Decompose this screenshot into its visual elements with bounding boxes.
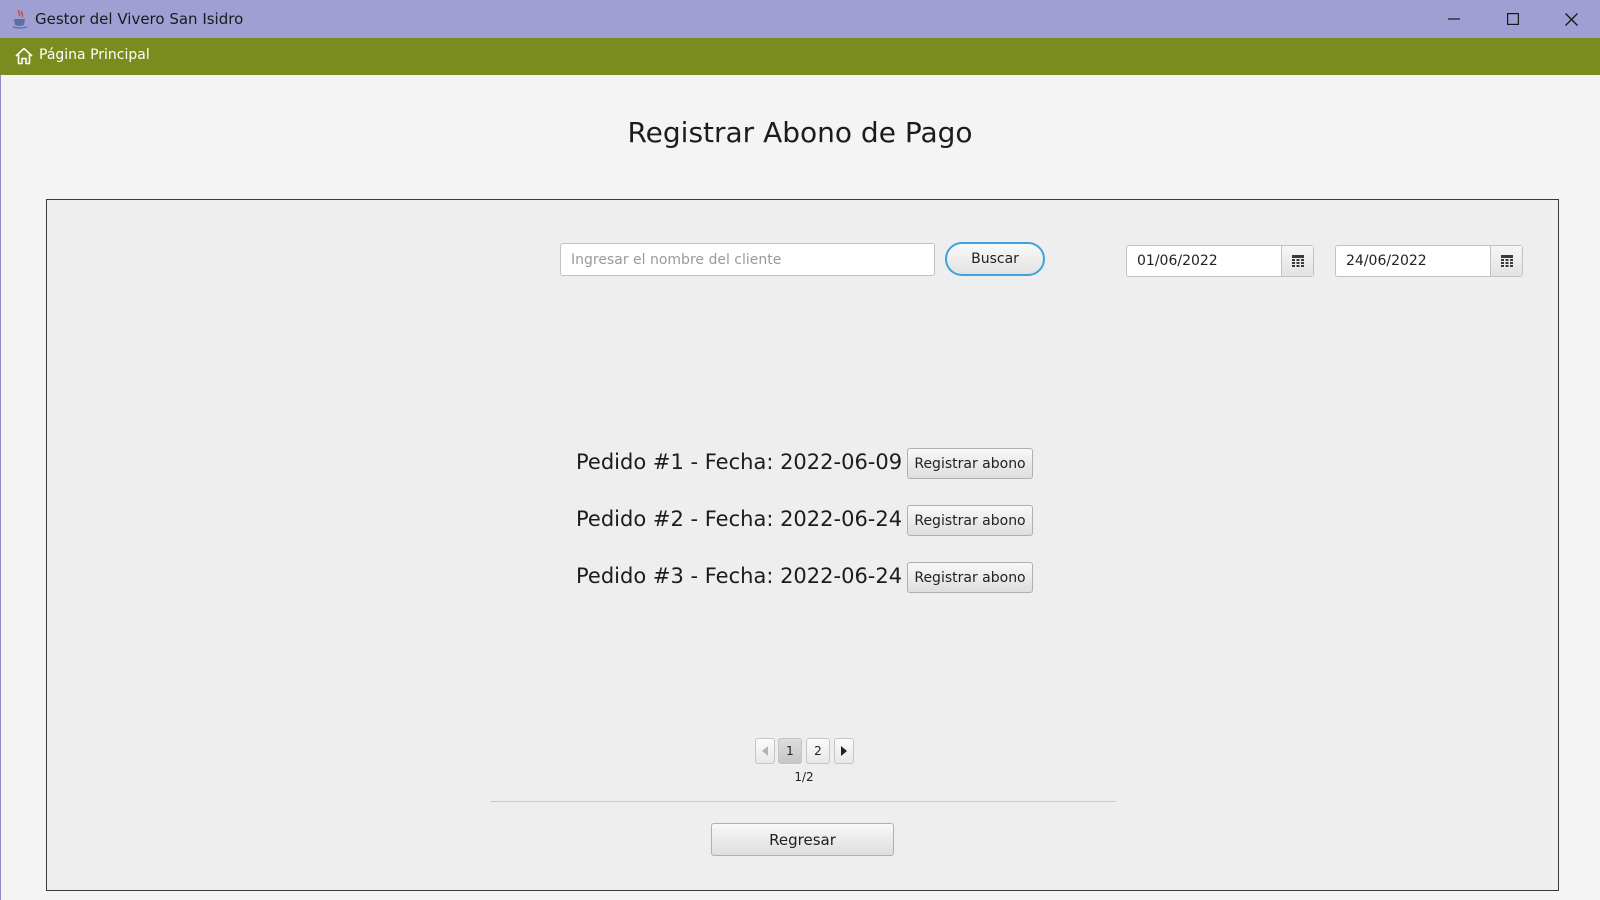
- page-indicator: 1/2: [794, 770, 814, 784]
- page-button-2[interactable]: 2: [806, 738, 830, 764]
- divider: [491, 801, 1116, 802]
- window-title: Gestor del Vivero San Isidro: [35, 10, 244, 28]
- client-search-input[interactable]: [560, 243, 935, 276]
- order-row: Pedido #2 - Fecha: 2022-06-24 Registrar …: [576, 505, 1036, 537]
- back-button[interactable]: Regresar: [711, 823, 894, 856]
- search-button[interactable]: Buscar: [945, 242, 1045, 276]
- order-row: Pedido #1 - Fecha: 2022-06-09 Registrar …: [576, 448, 1036, 480]
- order-label: Pedido #3 - Fecha: 2022-06-24: [576, 564, 903, 588]
- calendar-icon: [1500, 255, 1513, 267]
- date-to-picker[interactable]: 24/06/2022: [1335, 245, 1523, 277]
- content-panel: [46, 199, 1559, 891]
- order-row: Pedido #3 - Fecha: 2022-06-24 Registrar …: [576, 562, 1036, 594]
- order-label: Pedido #1 - Fecha: 2022-06-09: [576, 450, 903, 474]
- chevron-right-icon: [841, 746, 847, 756]
- calendar-icon: [1291, 255, 1304, 267]
- page-title: Registrar Abono de Pago: [627, 116, 973, 149]
- chevron-left-icon: [762, 746, 768, 756]
- register-payment-button[interactable]: Registrar abono: [907, 562, 1033, 593]
- previous-page-button[interactable]: [755, 738, 775, 764]
- home-link[interactable]: Página Principal: [39, 47, 150, 63]
- next-page-button[interactable]: [834, 738, 854, 764]
- order-label: Pedido #2 - Fecha: 2022-06-24: [576, 507, 903, 531]
- register-payment-button[interactable]: Registrar abono: [907, 505, 1033, 536]
- date-from-value: 01/06/2022: [1137, 253, 1218, 269]
- window-border: [0, 75, 1, 900]
- date-from-picker[interactable]: 01/06/2022: [1126, 245, 1314, 277]
- close-icon: [1564, 12, 1578, 26]
- close-button[interactable]: [1542, 0, 1600, 38]
- home-icon[interactable]: [14, 46, 34, 66]
- date-from-calendar-button[interactable]: [1281, 246, 1313, 276]
- minimize-button[interactable]: [1425, 0, 1483, 38]
- maximize-icon: [1507, 13, 1519, 25]
- java-cup-icon: [12, 9, 28, 29]
- minimize-icon: [1448, 18, 1460, 20]
- page-button-1[interactable]: 1: [778, 738, 802, 764]
- maximize-button[interactable]: [1484, 0, 1542, 38]
- top-navbar: Página Principal: [0, 38, 1600, 75]
- date-to-value: 24/06/2022: [1346, 253, 1427, 269]
- window-titlebar: Gestor del Vivero San Isidro: [0, 0, 1600, 38]
- register-payment-button[interactable]: Registrar abono: [907, 448, 1033, 479]
- date-to-calendar-button[interactable]: [1490, 246, 1522, 276]
